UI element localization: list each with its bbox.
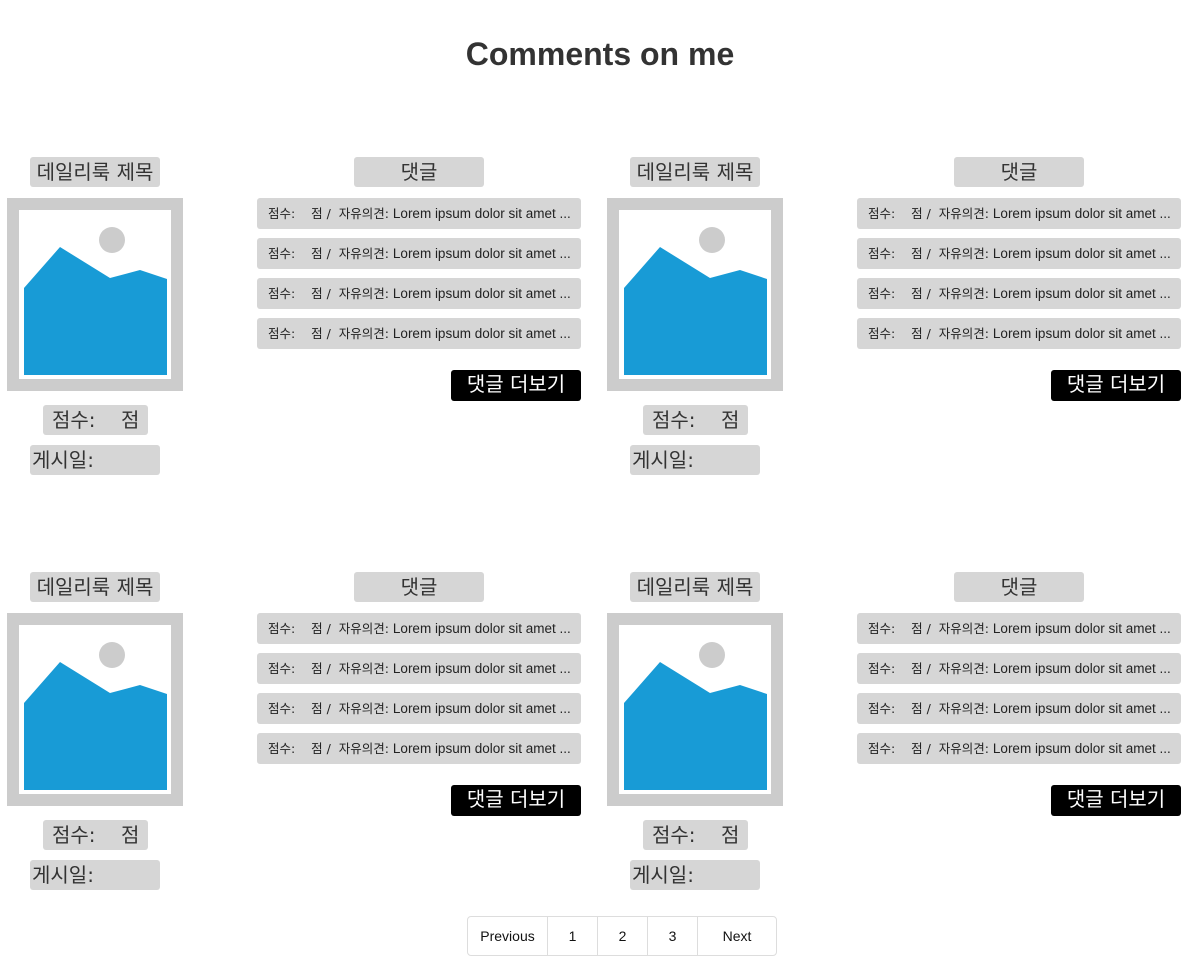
score-label: 점수: 점 bbox=[643, 405, 748, 435]
daily-look-card: 데일리룩 제목점수: 점게시일: 댓글점수: 점 / 자유의견: Lorem ip… bbox=[600, 572, 1200, 912]
more-comments-button[interactable]: 댓글 더보기 bbox=[1051, 785, 1181, 816]
comment-score-prefix: 점수: 점 / 자유의견: bbox=[868, 326, 993, 341]
comment-item[interactable]: 점수: 점 / 자유의견: Lorem ipsum dolor sit amet… bbox=[257, 613, 581, 644]
comment-text: Lorem ipsum dolor sit amet ... bbox=[992, 661, 1171, 676]
comment-item[interactable]: 점수: 점 / 자유의견: Lorem ipsum dolor sit amet… bbox=[857, 613, 1181, 644]
score-label: 점수: 점 bbox=[643, 820, 748, 850]
comment-score-prefix: 점수: 점 / 자유의견: bbox=[868, 246, 993, 261]
previous-page-button[interactable]: Previous bbox=[468, 917, 548, 955]
comment-text: Lorem ipsum dolor sit amet ... bbox=[992, 246, 1171, 261]
comment-score-prefix: 점수: 점 / 자유의견: bbox=[268, 326, 393, 341]
comment-score-prefix: 점수: 점 / 자유의견: bbox=[868, 621, 993, 636]
comment-text: Lorem ipsum dolor sit amet ... bbox=[992, 326, 1171, 341]
comment-text: Lorem ipsum dolor sit amet ... bbox=[992, 206, 1171, 221]
comment-item[interactable]: 점수: 점 / 자유의견: Lorem ipsum dolor sit amet… bbox=[257, 733, 581, 764]
more-comments-button[interactable]: 댓글 더보기 bbox=[451, 370, 581, 401]
comment-score-prefix: 점수: 점 / 자유의견: bbox=[868, 741, 993, 756]
daily-look-title: 데일리룩 제목 bbox=[30, 157, 160, 187]
comment-score-prefix: 점수: 점 / 자유의견: bbox=[268, 741, 393, 756]
comment-item[interactable]: 점수: 점 / 자유의견: Lorem ipsum dolor sit amet… bbox=[857, 693, 1181, 724]
comment-text: Lorem ipsum dolor sit amet ... bbox=[392, 246, 571, 261]
comment-item[interactable]: 점수: 점 / 자유의견: Lorem ipsum dolor sit amet… bbox=[257, 318, 581, 349]
posted-date-label: 게시일: bbox=[630, 445, 760, 475]
comment-item[interactable]: 점수: 점 / 자유의견: Lorem ipsum dolor sit amet… bbox=[257, 238, 581, 269]
daily-look-card: 데일리룩 제목점수: 점게시일: 댓글점수: 점 / 자유의견: Lorem ip… bbox=[600, 157, 1200, 497]
comment-text: Lorem ipsum dolor sit amet ... bbox=[392, 701, 571, 716]
comment-item[interactable]: 점수: 점 / 자유의견: Lorem ipsum dolor sit amet… bbox=[257, 278, 581, 309]
daily-look-card: 데일리룩 제목점수: 점게시일: 댓글점수: 점 / 자유의견: Lorem ip… bbox=[0, 157, 600, 497]
daily-look-title: 데일리룩 제목 bbox=[630, 157, 760, 187]
comment-score-prefix: 점수: 점 / 자유의견: bbox=[268, 701, 393, 716]
comment-text: Lorem ipsum dolor sit amet ... bbox=[992, 701, 1171, 716]
page-title: Comments on me bbox=[465, 36, 735, 72]
comment-text: Lorem ipsum dolor sit amet ... bbox=[392, 286, 571, 301]
comment-item[interactable]: 점수: 점 / 자유의견: Lorem ipsum dolor sit amet… bbox=[857, 653, 1181, 684]
pagination: Previous 1 2 3 Next bbox=[467, 916, 777, 956]
comment-score-prefix: 점수: 점 / 자유의견: bbox=[868, 661, 993, 676]
comment-text: Lorem ipsum dolor sit amet ... bbox=[392, 326, 571, 341]
daily-look-title: 데일리룩 제목 bbox=[630, 572, 760, 602]
comment-item[interactable]: 점수: 점 / 자유의견: Lorem ipsum dolor sit amet… bbox=[857, 238, 1181, 269]
comments-header: 댓글 bbox=[354, 572, 484, 602]
comment-item[interactable]: 점수: 점 / 자유의견: Lorem ipsum dolor sit amet… bbox=[857, 733, 1181, 764]
daily-look-card: 데일리룩 제목점수: 점게시일: 댓글점수: 점 / 자유의견: Lorem ip… bbox=[0, 572, 600, 912]
posted-date-label: 게시일: bbox=[30, 860, 160, 890]
comment-item[interactable]: 점수: 점 / 자유의견: Lorem ipsum dolor sit amet… bbox=[857, 318, 1181, 349]
daily-look-title: 데일리룩 제목 bbox=[30, 572, 160, 602]
score-label: 점수: 점 bbox=[43, 820, 148, 850]
comment-item[interactable]: 점수: 점 / 자유의견: Lorem ipsum dolor sit amet… bbox=[857, 198, 1181, 229]
image-placeholder-icon bbox=[7, 613, 183, 806]
page-2-button[interactable]: 2 bbox=[598, 917, 648, 955]
comment-item[interactable]: 점수: 점 / 자유의견: Lorem ipsum dolor sit amet… bbox=[257, 653, 581, 684]
comment-score-prefix: 점수: 점 / 자유의견: bbox=[268, 246, 393, 261]
comment-score-prefix: 점수: 점 / 자유의견: bbox=[868, 206, 993, 221]
comment-score-prefix: 점수: 점 / 자유의견: bbox=[868, 701, 993, 716]
image-placeholder-icon bbox=[7, 198, 183, 391]
comment-item[interactable]: 점수: 점 / 자유의견: Lorem ipsum dolor sit amet… bbox=[257, 693, 581, 724]
comment-score-prefix: 점수: 점 / 자유의견: bbox=[268, 286, 393, 301]
page-3-button[interactable]: 3 bbox=[648, 917, 698, 955]
score-label: 점수: 점 bbox=[43, 405, 148, 435]
comment-score-prefix: 점수: 점 / 자유의견: bbox=[268, 621, 393, 636]
image-placeholder-icon bbox=[607, 613, 783, 806]
comment-item[interactable]: 점수: 점 / 자유의견: Lorem ipsum dolor sit amet… bbox=[257, 198, 581, 229]
comment-score-prefix: 점수: 점 / 자유의견: bbox=[868, 286, 993, 301]
comment-text: Lorem ipsum dolor sit amet ... bbox=[992, 741, 1171, 756]
more-comments-button[interactable]: 댓글 더보기 bbox=[1051, 370, 1181, 401]
comments-header: 댓글 bbox=[954, 157, 1084, 187]
comments-header: 댓글 bbox=[954, 572, 1084, 602]
comment-text: Lorem ipsum dolor sit amet ... bbox=[392, 741, 571, 756]
page-1-button[interactable]: 1 bbox=[548, 917, 598, 955]
posted-date-label: 게시일: bbox=[630, 860, 760, 890]
comment-text: Lorem ipsum dolor sit amet ... bbox=[992, 286, 1171, 301]
page: Comments on me 데일리룩 제목 점수: 점 게시일: 댓글 점수: 점 /… bbox=[0, 0, 1200, 956]
image-placeholder-icon bbox=[607, 198, 783, 391]
next-page-button[interactable]: Next bbox=[698, 917, 776, 955]
comment-item[interactable]: 점수: 점 / 자유의견: Lorem ipsum dolor sit amet… bbox=[857, 278, 1181, 309]
comment-score-prefix: 점수: 점 / 자유의견: bbox=[268, 206, 393, 221]
comments-header: 댓글 bbox=[354, 157, 484, 187]
comment-score-prefix: 점수: 점 / 자유의견: bbox=[268, 661, 393, 676]
more-comments-button[interactable]: 댓글 더보기 bbox=[451, 785, 581, 816]
comment-text: Lorem ipsum dolor sit amet ... bbox=[392, 621, 571, 636]
comment-text: Lorem ipsum dolor sit amet ... bbox=[392, 206, 571, 221]
posted-date-label: 게시일: bbox=[30, 445, 160, 475]
comment-text: Lorem ipsum dolor sit amet ... bbox=[392, 661, 571, 676]
comment-text: Lorem ipsum dolor sit amet ... bbox=[992, 621, 1171, 636]
